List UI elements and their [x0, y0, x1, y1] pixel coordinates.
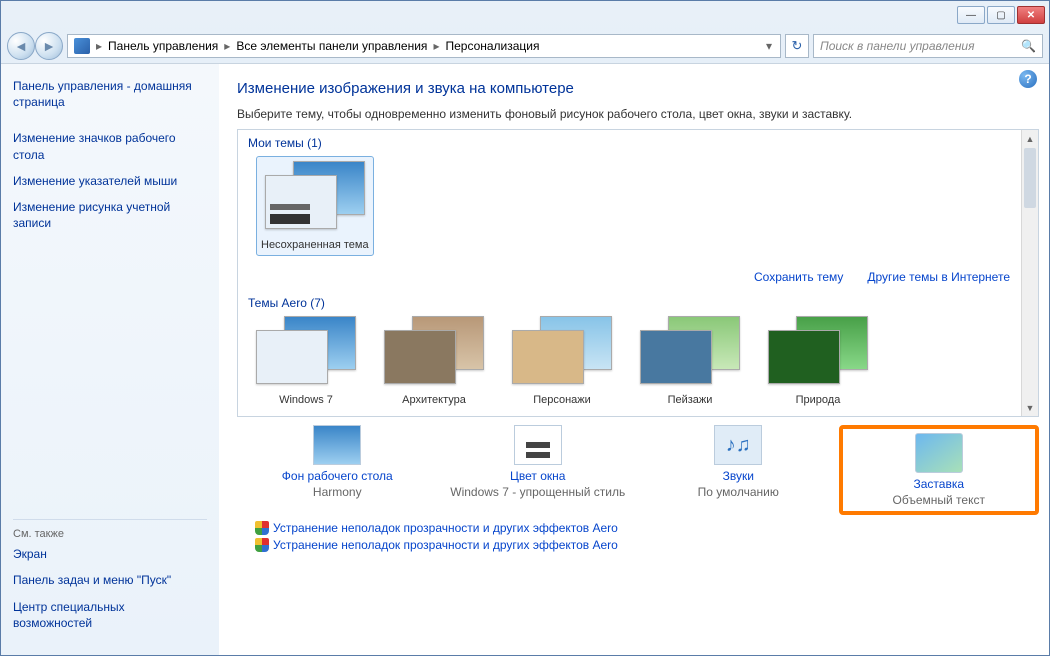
forward-button[interactable]: ►	[35, 32, 63, 60]
theme-landscapes[interactable]: Пейзажи	[640, 316, 740, 406]
themes-panel: ▲ ▼ Мои темы (1) Несохраненная тема Сохр…	[237, 129, 1039, 417]
help-icon[interactable]: ?	[1019, 70, 1037, 88]
theme-label: Персонажи	[533, 394, 591, 406]
shield-icon	[255, 521, 269, 535]
screensaver-button[interactable]: Заставка Объемный текст	[839, 425, 1039, 515]
refresh-button[interactable]: ↻	[785, 34, 809, 58]
search-icon: 🔍	[1021, 39, 1036, 53]
more-themes-link[interactable]: Другие темы в Интернете	[867, 270, 1010, 284]
theme-unsaved[interactable]: Несохраненная тема	[256, 156, 374, 256]
scrollbar[interactable]: ▲ ▼	[1021, 130, 1038, 416]
sound-icon	[714, 425, 762, 465]
theme-windows7[interactable]: Windows 7	[256, 316, 356, 406]
page-title: Изменение изображения и звука на компьют…	[237, 80, 1039, 97]
body: ? Панель управления - домашняя страница …	[1, 63, 1049, 655]
theme-architecture[interactable]: Архитектура	[384, 316, 484, 406]
troubleshoot-links: Устранение неполадок прозрачности и друг…	[237, 519, 1039, 555]
sidebar-display[interactable]: Экран	[13, 546, 207, 562]
theme-label: Архитектура	[402, 394, 466, 406]
color-icon	[514, 425, 562, 465]
scroll-down-icon[interactable]: ▼	[1022, 399, 1038, 416]
screensaver-icon	[915, 433, 963, 473]
search-placeholder: Поиск в панели управления	[820, 39, 975, 53]
close-button[interactable]: ✕	[1017, 6, 1045, 24]
crumb-control-panel[interactable]: Панель управления	[104, 39, 222, 53]
crumb-all-items[interactable]: Все элементы панели управления	[232, 39, 431, 53]
sidebar-home[interactable]: Панель управления - домашняя страница	[13, 78, 207, 110]
my-themes-label: Мои темы (1)	[238, 130, 1038, 154]
window: — ▢ ✕ ◄ ► ▸ Панель управления ▸ Все элем…	[0, 0, 1050, 656]
sidebar-account-picture[interactable]: Изменение рисунка учетной записи	[13, 199, 207, 231]
theme-nature[interactable]: Природа	[768, 316, 868, 406]
sidebar-mouse-pointers[interactable]: Изменение указателей мыши	[13, 173, 207, 189]
back-button[interactable]: ◄	[7, 32, 35, 60]
minimize-button[interactable]: —	[957, 6, 985, 24]
theme-characters[interactable]: Персонажи	[512, 316, 612, 406]
scroll-thumb[interactable]	[1024, 148, 1036, 208]
control-panel-icon	[74, 38, 90, 54]
aero-themes-label: Темы Aero (7)	[238, 290, 1038, 314]
theme-label: Несохраненная тема	[261, 239, 369, 251]
sidebar-ease-of-access[interactable]: Центр специальных возможностей	[13, 599, 207, 631]
address-dropdown[interactable]: ▾	[760, 39, 778, 53]
page-subtitle: Выберите тему, чтобы одновременно измени…	[237, 107, 1039, 121]
shield-icon	[255, 538, 269, 552]
content: Изменение изображения и звука на компьют…	[219, 64, 1049, 655]
sounds-button[interactable]: Звуки По умолчанию	[638, 425, 838, 515]
desktop-background-button[interactable]: Фон рабочего стола Harmony	[237, 425, 437, 515]
sidebar: Панель управления - домашняя страница Из…	[1, 64, 219, 655]
sidebar-desktop-icons[interactable]: Изменение значков рабочего стола	[13, 130, 207, 162]
theme-label: Windows 7	[279, 394, 333, 406]
window-color-button[interactable]: Цвет окна Windows 7 - упрощенный стиль	[438, 425, 638, 515]
desktop-icon	[313, 425, 361, 465]
scroll-up-icon[interactable]: ▲	[1022, 130, 1038, 147]
troubleshoot-aero-link[interactable]: Устранение неполадок прозрачности и друг…	[255, 521, 618, 535]
troubleshoot-aero-link-2[interactable]: Устранение неполадок прозрачности и друг…	[255, 538, 618, 552]
titlebar: — ▢ ✕	[1, 1, 1049, 29]
sidebar-taskbar[interactable]: Панель задач и меню "Пуск"	[13, 572, 207, 588]
maximize-button[interactable]: ▢	[987, 6, 1015, 24]
theme-label: Природа	[796, 394, 841, 406]
theme-label: Пейзажи	[668, 394, 713, 406]
search-input[interactable]: Поиск в панели управления 🔍	[813, 34, 1043, 58]
navbar: ◄ ► ▸ Панель управления ▸ Все элементы п…	[1, 29, 1049, 63]
address-bar[interactable]: ▸ Панель управления ▸ Все элементы панел…	[67, 34, 781, 58]
save-theme-link[interactable]: Сохранить тему	[754, 270, 843, 284]
see-also-label: См. также	[13, 519, 207, 540]
settings-row: Фон рабочего стола Harmony Цвет окна Win…	[237, 417, 1039, 519]
crumb-personalization[interactable]: Персонализация	[441, 39, 543, 53]
